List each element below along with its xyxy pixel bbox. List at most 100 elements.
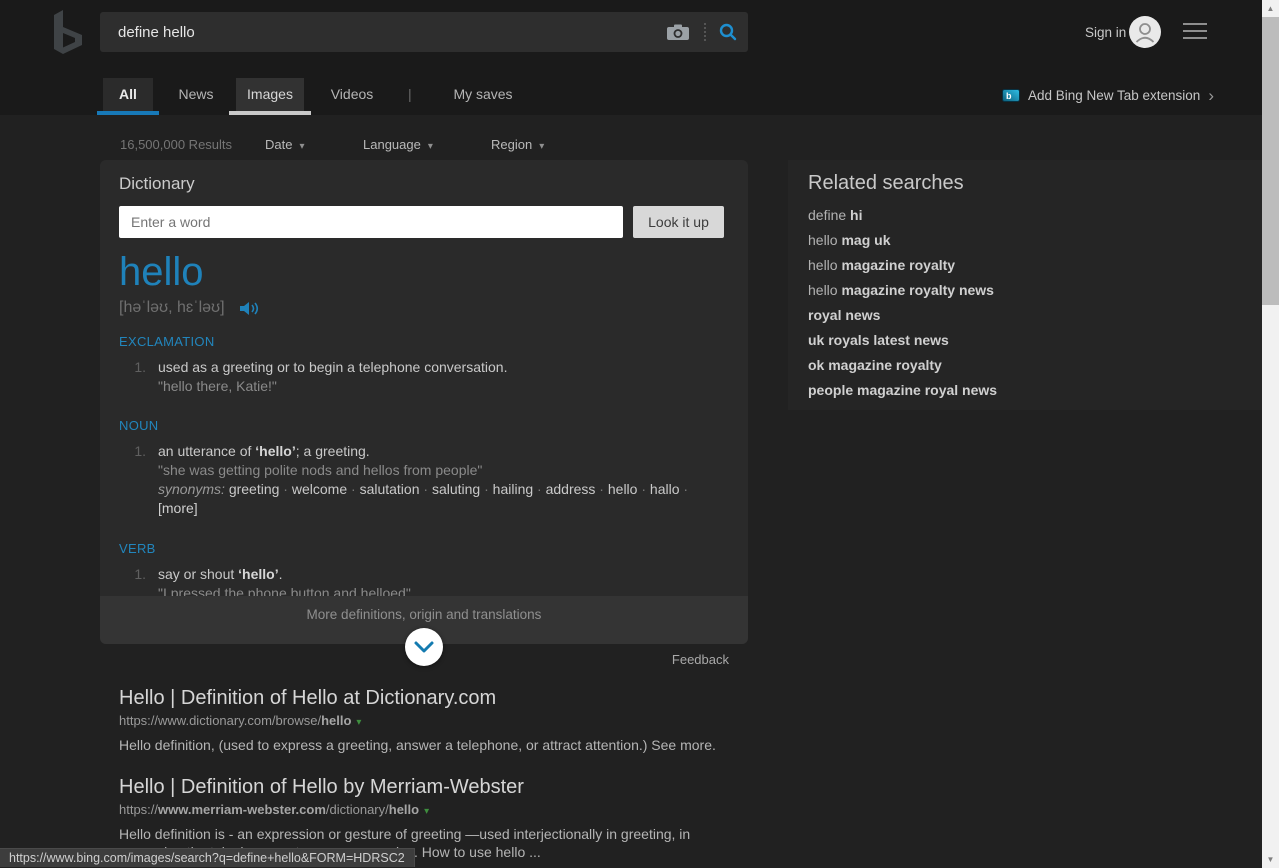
text-part: say or shout	[158, 566, 238, 582]
definition-entry: 1. used as a greeting or to begin a tele…	[119, 358, 724, 396]
search-result: Hello | Definition of Hello at Dictionar…	[119, 687, 767, 754]
text-part: ·	[420, 481, 432, 497]
text-part: hailing	[493, 481, 533, 497]
text-part: ·	[595, 481, 607, 497]
text-part: ·	[480, 481, 492, 497]
url-caret-down-icon[interactable]: ▾	[424, 806, 429, 817]
text-part: hello	[808, 232, 841, 248]
text-part: address	[546, 481, 596, 497]
caret-down-icon: ▾	[299, 141, 304, 152]
search-box	[100, 12, 748, 52]
example-text: "hello there, Katie!"	[158, 377, 507, 396]
related-searches-panel: Related searches define hi hello mag uk …	[788, 160, 1262, 410]
bing-logo-icon	[52, 9, 86, 55]
new-tab-extension-promo[interactable]: b Add Bing New Tab extension ›	[1002, 82, 1214, 108]
text-part: www.merriam-webster.com	[158, 802, 326, 817]
hamburger-menu-icon[interactable]	[1183, 23, 1207, 44]
tab-all[interactable]: All	[103, 78, 153, 111]
related-search-item[interactable]: hello magazine royalty	[808, 253, 1262, 278]
text-part: magazine royalty news	[841, 282, 994, 298]
related-search-item[interactable]: hello magazine royalty news	[808, 278, 1262, 303]
vertical-scrollbar[interactable]: ▲ ▼	[1262, 0, 1279, 868]
text-part: ·	[680, 481, 689, 497]
speaker-icon[interactable]	[239, 301, 261, 316]
date-filter-dropdown[interactable]: Date ▾	[265, 137, 305, 152]
related-search-item[interactable]: uk royals latest news	[808, 328, 1262, 353]
dictionary-card: Dictionary Look it up hello [həˈləʊ, hɛˈ…	[100, 160, 748, 644]
pos-label-exclamation: EXCLAMATION	[119, 334, 724, 349]
related-search-item[interactable]: define hi	[808, 203, 1262, 228]
text-part: hello	[808, 257, 841, 273]
region-filter-dropdown[interactable]: Region▾	[491, 137, 544, 152]
bing-logo[interactable]	[52, 9, 86, 55]
result-url: https://www.dictionary.com/browse/hello▾	[119, 714, 767, 730]
camera-icon[interactable]	[666, 23, 690, 41]
page-header: Sign in All News Images Videos | My save…	[0, 0, 1262, 115]
text-part: ok magazine royalty	[808, 357, 942, 373]
definition-text: used as a greeting or to begin a telepho…	[158, 358, 507, 377]
text-part: hello	[389, 802, 419, 817]
language-filter-label: Language	[363, 137, 421, 152]
result-title-link[interactable]: Hello | Definition of Hello at Dictionar…	[119, 687, 767, 709]
scrollbar-thumb[interactable]	[1262, 17, 1279, 305]
related-search-item[interactable]: hello mag uk	[808, 228, 1262, 253]
tab-videos[interactable]: Videos	[318, 78, 386, 111]
related-search-item[interactable]: people magazine royal news	[808, 378, 1262, 403]
organic-results: Hello | Definition of Hello at Dictionar…	[119, 687, 767, 861]
text-part: used as a greeting or to begin a telepho…	[158, 359, 507, 375]
pronunciation-row: [həˈləʊ, hɛˈləʊ]	[119, 299, 724, 317]
text-part: ; a greeting.	[296, 443, 370, 459]
person-icon	[1129, 16, 1161, 48]
scroll-up-button[interactable]: ▲	[1262, 0, 1279, 17]
result-title-link[interactable]: Hello | Definition of Hello by Merriam-W…	[119, 776, 767, 798]
link-preview-status-bar: https://www.bing.com/images/search?q=def…	[0, 848, 415, 867]
related-searches-list: define hi hello mag uk hello magazine ro…	[808, 203, 1262, 403]
language-filter-dropdown[interactable]: Language ▾	[363, 137, 433, 152]
extension-icon: b	[1002, 89, 1020, 102]
avatar[interactable]	[1129, 16, 1161, 48]
url-caret-down-icon[interactable]: ▾	[356, 717, 361, 728]
related-search-item[interactable]: ok magazine royalty	[808, 353, 1262, 378]
search-input[interactable]	[100, 24, 666, 41]
text-part: hello	[608, 481, 638, 497]
text-part: welcome	[292, 481, 347, 497]
chevron-down-icon	[405, 628, 443, 666]
chevron-right-icon: ›	[1208, 87, 1214, 104]
dictionary-card-title: Dictionary	[119, 174, 724, 194]
text-part: magazine royalty	[841, 257, 955, 273]
date-filter-label: Date	[265, 137, 292, 152]
pronunciation-text: [həˈləʊ, hɛˈləʊ]	[119, 299, 225, 317]
pos-label-noun: NOUN	[119, 418, 724, 433]
text-part: define	[808, 207, 850, 223]
tab-my-saves[interactable]: My saves	[440, 78, 526, 111]
example-text: "she was getting polite nods and hellos …	[158, 461, 724, 480]
scroll-down-button[interactable]: ▼	[1262, 851, 1279, 868]
tab-images[interactable]: Images	[236, 78, 304, 111]
text-part: people magazine royal news	[808, 382, 997, 398]
look-it-up-button[interactable]: Look it up	[633, 206, 724, 238]
text-part: .	[279, 566, 283, 582]
caret-down-icon: ▾	[428, 141, 433, 152]
text-part: https://www.dictionary.com/browse/	[119, 713, 321, 728]
dictionary-word-input[interactable]	[119, 206, 623, 238]
expand-card-button[interactable]	[405, 628, 443, 666]
search-divider	[704, 23, 706, 41]
related-search-item[interactable]: royal news	[808, 303, 1262, 328]
synonyms-line: synonyms: greeting · welcome · salutatio…	[158, 480, 724, 518]
search-icon[interactable]	[718, 22, 738, 42]
definition-entry: 1. an utterance of ‘hello’; a greeting. …	[119, 442, 724, 518]
results-count: 16,500,000 Results	[120, 137, 232, 152]
more-synonyms-link[interactable]: [more]	[158, 500, 198, 516]
definition-text: an utterance of ‘hello’; a greeting.	[158, 442, 724, 461]
text-part: saluting	[432, 481, 480, 497]
definition-text: say or shout ‘hello’.	[158, 565, 411, 584]
text-part: ·	[533, 481, 545, 497]
text-part: an utterance of	[158, 443, 255, 459]
dictionary-lookup-row: Look it up	[119, 206, 724, 238]
text-part: synonyms:	[158, 481, 229, 497]
tab-news[interactable]: News	[166, 78, 226, 111]
sign-in-link[interactable]: Sign in	[1085, 25, 1126, 40]
dictionary-headword: hello	[119, 250, 724, 294]
text-part: ·	[279, 481, 291, 497]
text-part: uk royals latest news	[808, 332, 949, 348]
